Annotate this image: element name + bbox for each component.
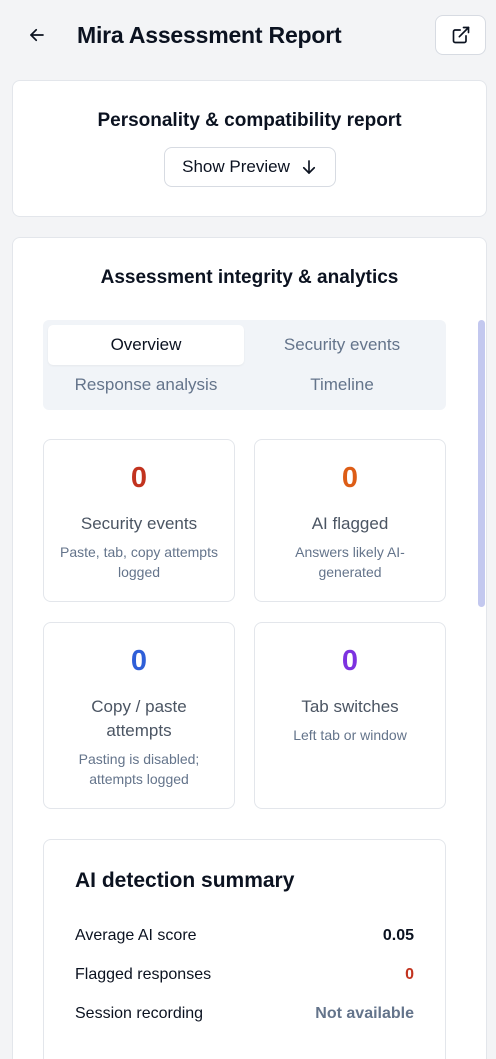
tab-response-analysis[interactable]: Response analysis: [48, 365, 244, 405]
stat-label: Security events: [80, 514, 198, 533]
open-external-button[interactable]: [435, 15, 486, 55]
integrity-title: Assessment integrity & analytics: [100, 267, 399, 288]
stat-description: Answers likely AI-generated: [295, 544, 405, 580]
stat-value: 0: [341, 462, 359, 494]
stat-description: Left tab or window: [293, 727, 407, 743]
external-link-icon: [452, 26, 469, 44]
row-value: Not available: [315, 1005, 414, 1022]
stat-value: 0: [130, 645, 148, 677]
app-header: Mira Assessment Report: [0, 0, 496, 70]
row-value: 0.05: [382, 927, 414, 944]
row-key: Flagged responses: [75, 966, 212, 983]
row-value: 0: [405, 966, 414, 983]
back-button[interactable]: [22, 20, 52, 50]
scrollbar-thumb[interactable]: [478, 320, 485, 607]
stat-card-ai-flagged: 0 AI flagged Answers likely AI-generated: [254, 439, 446, 602]
stat-label: Tab switches: [301, 697, 399, 716]
stat-value: 0: [341, 645, 359, 677]
arrow-down-icon: [302, 160, 315, 174]
stat-value: 0: [130, 462, 148, 494]
personality-report-title: Personality & compatibility report: [97, 110, 402, 131]
row-key: Average AI score: [75, 927, 197, 944]
stat-label: Copy / paste attempts: [91, 697, 187, 740]
arrow-left-icon: [30, 28, 44, 42]
show-preview-button[interactable]: Show Preview: [164, 147, 336, 187]
row-key: Session recording: [75, 1005, 204, 1022]
ai-detection-summary: AI detection summary Average AI score 0.…: [43, 839, 446, 1059]
summary-row-average-ai-score: Average AI score 0.05: [75, 925, 414, 947]
stat-description: Pasting is disabled; attempts logged: [78, 751, 200, 787]
stat-label: AI flagged: [311, 514, 389, 533]
stat-card-security-events: 0 Security events Paste, tab, copy attem…: [43, 439, 235, 602]
analytics-tabs: Overview Security events Response analys…: [43, 320, 446, 410]
summary-row-session-recording: Session recording Not available: [75, 1003, 414, 1025]
tab-security-events[interactable]: Security events: [244, 325, 440, 365]
personality-report-card: Personality & compatibility report Show …: [12, 80, 487, 217]
page-title: Mira Assessment Report: [77, 22, 342, 48]
stat-description: Paste, tab, copy attempts logged: [60, 544, 218, 580]
stat-card-copy-paste: 0 Copy / paste attempts Pasting is disab…: [43, 622, 235, 809]
summary-title: AI detection summary: [75, 869, 295, 892]
summary-row-flagged-responses: Flagged responses 0: [75, 964, 414, 986]
show-preview-label: Show Preview: [182, 157, 290, 176]
integrity-analytics-card: Assessment integrity & analytics Overvie…: [12, 237, 487, 1059]
stat-card-tab-switches: 0 Tab switches Left tab or window: [254, 622, 446, 809]
tab-timeline[interactable]: Timeline: [244, 365, 440, 405]
tab-overview[interactable]: Overview: [48, 325, 244, 365]
